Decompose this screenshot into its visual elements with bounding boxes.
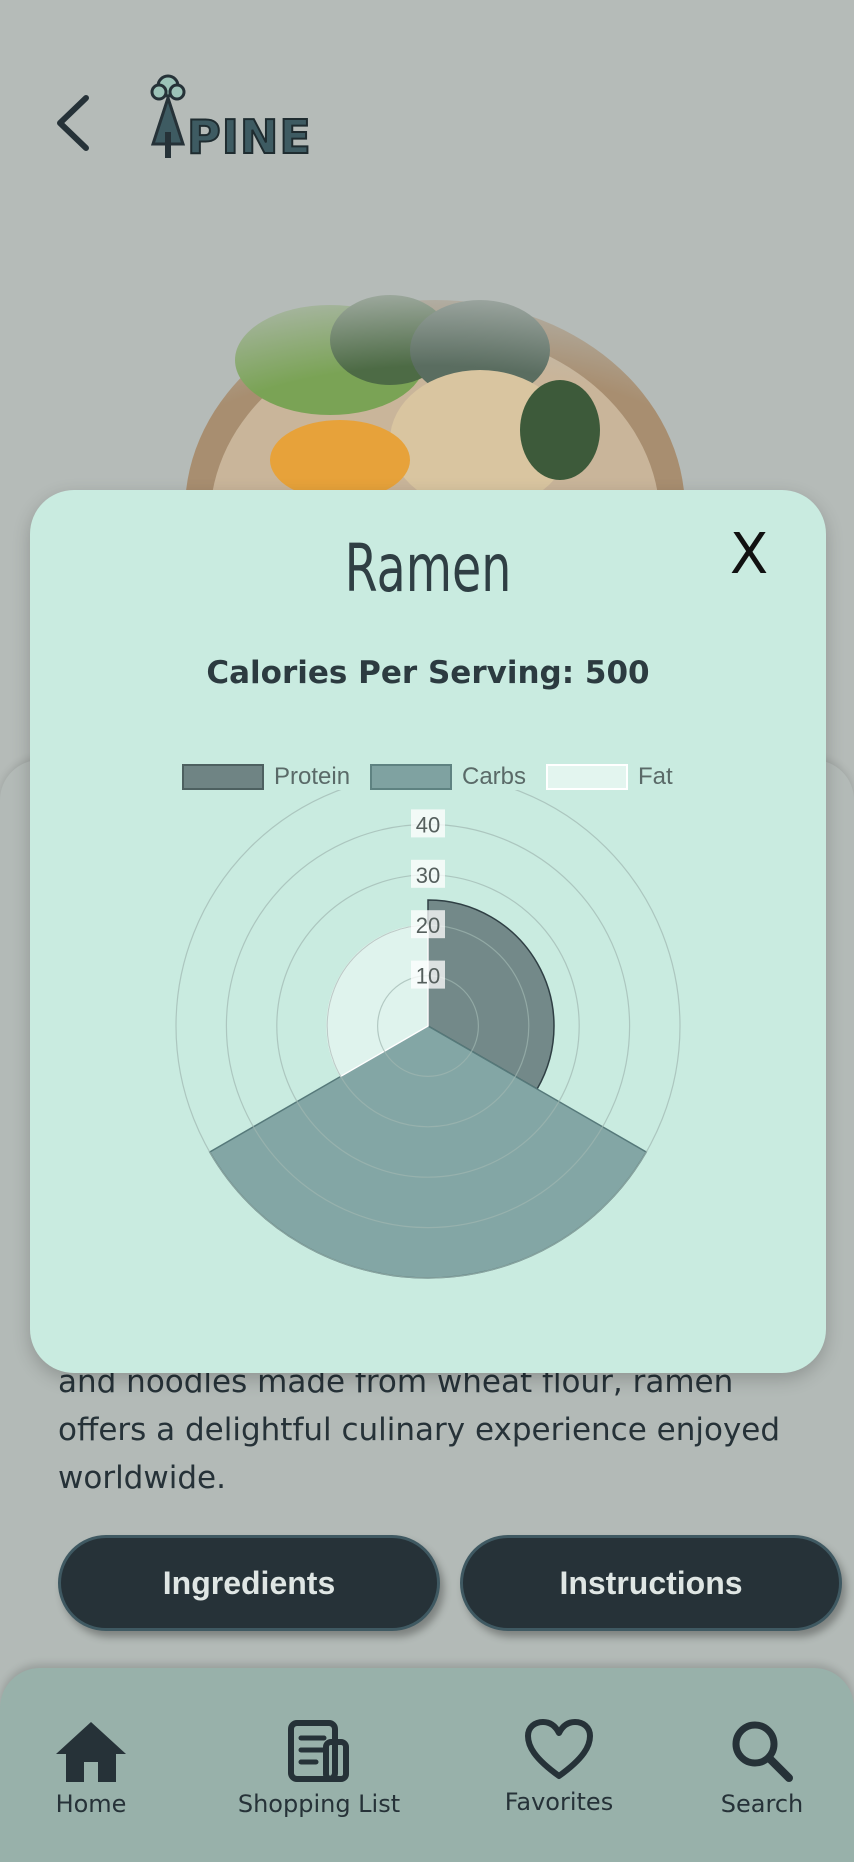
chart-legend: Protein Carbs Fat: [30, 762, 826, 792]
nav-favorites[interactable]: Favorites: [500, 1718, 618, 1816]
tick-label-20: 20: [416, 913, 440, 938]
home-icon: [56, 1722, 126, 1782]
nutrition-modal: Ramen X Calories Per Serving: 500 Protei…: [30, 490, 826, 1373]
recipe-hero-image: [180, 270, 690, 510]
tick-label-30: 30: [416, 863, 440, 888]
legend-item-protein[interactable]: Protein: [182, 762, 350, 792]
nav-shopping-list[interactable]: Shopping List: [232, 1718, 406, 1818]
legend-item-fat[interactable]: Fat: [546, 762, 673, 792]
nav-home-label: Home: [55, 1790, 127, 1818]
nav-favorites-label: Favorites: [504, 1788, 614, 1816]
nav-home[interactable]: Home: [48, 1718, 134, 1818]
instructions-button[interactable]: Instructions: [460, 1535, 842, 1631]
tree-logo-icon: [150, 74, 186, 158]
legend-item-carbs[interactable]: Carbs: [370, 762, 526, 792]
top-bar: PINE: [0, 0, 854, 200]
nav-shopping-list-label: Shopping List: [237, 1790, 401, 1818]
recipe-title: Ramen: [344, 530, 512, 607]
legend-swatch-protein: [182, 764, 264, 790]
search-icon: [732, 1721, 793, 1782]
tick-label-10: 10: [416, 964, 440, 989]
nav-search-label: Search: [720, 1790, 804, 1818]
legend-label-fat: Fat: [638, 763, 673, 790]
back-button[interactable]: [50, 88, 96, 158]
nav-search[interactable]: Search: [716, 1718, 808, 1818]
bottom-nav: Home Shopping List Favorites Search: [0, 1668, 854, 1862]
close-button[interactable]: X: [714, 520, 784, 590]
calories-per-serving: Calories Per Serving: 500: [206, 655, 650, 691]
ingredients-button[interactable]: Ingredients: [58, 1535, 440, 1631]
heart-icon: [525, 1719, 593, 1779]
legend-swatch-fat: [546, 764, 628, 790]
shopping-list-icon: [288, 1720, 349, 1782]
chevron-left-icon: [57, 95, 89, 151]
legend-label-carbs: Carbs: [462, 763, 527, 790]
tick-label-40: 40: [416, 812, 440, 837]
recipe-description: and noodles made from wheat flour, ramen…: [58, 1364, 781, 1496]
logo-text: PINE: [186, 109, 312, 165]
pine-logo: PINE: [143, 72, 313, 165]
legend-label-protein: Protein: [274, 763, 351, 790]
legend-swatch-carbs: [370, 764, 452, 790]
nutrition-polar-chart: 1020304050: [175, 790, 681, 1279]
polar-segment-carbs[interactable]: [208, 1025, 648, 1279]
